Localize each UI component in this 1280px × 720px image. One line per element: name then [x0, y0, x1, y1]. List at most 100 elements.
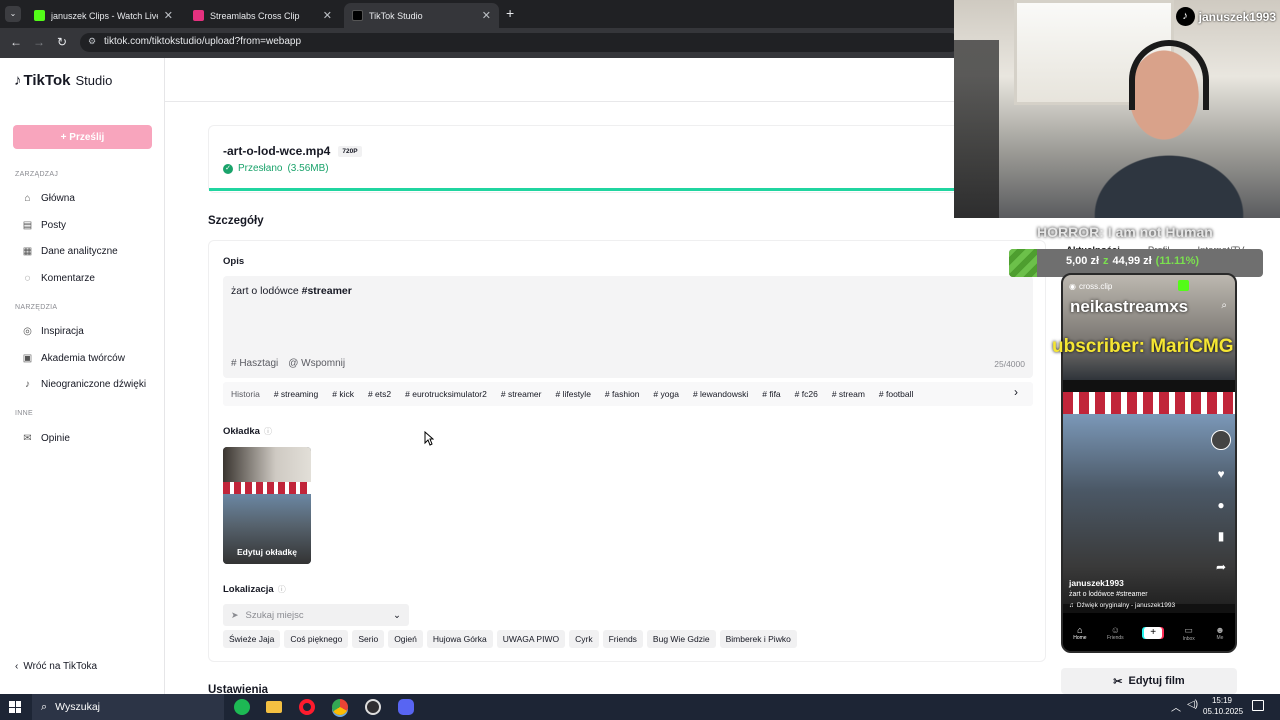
- location-chip[interactable]: Ogień: [388, 630, 423, 648]
- hashtag-chip[interactable]: # fifa: [756, 385, 786, 403]
- back-arrow-icon[interactable]: ←: [10, 35, 22, 49]
- close-tab-icon[interactable]: ✕: [164, 9, 173, 22]
- location-chip[interactable]: Hujowa Górka: [426, 630, 493, 648]
- location-chip[interactable]: Bug Wie Gdzie: [646, 630, 716, 648]
- location-chip[interactable]: Coś pięknego: [284, 630, 349, 648]
- sidebar-item-home[interactable]: ⌂ Główna: [22, 187, 75, 209]
- browser-tab-streamlabs[interactable]: Streamlabs Cross Clip ✕: [185, 3, 340, 28]
- hashtag-chip[interactable]: # eurotrucksimulator2: [399, 385, 493, 403]
- sidebar-item-feedback[interactable]: ✉ Opinie: [22, 427, 70, 449]
- mention-button[interactable]: @ Wspomnij: [288, 358, 345, 369]
- location-chip[interactable]: Serio: [352, 630, 385, 648]
- follow-alert-banner: neikastreamxs: [1070, 297, 1189, 316]
- phone-curtain: [1063, 392, 1235, 414]
- file-size: (3.56MB): [287, 163, 329, 174]
- hashtag-chip[interactable]: # ets2: [362, 385, 397, 403]
- hashtag-chip[interactable]: # streamer: [495, 385, 548, 403]
- chevron-up-icon[interactable]: ︿: [1171, 699, 1181, 714]
- spotify-icon[interactable]: [234, 699, 250, 715]
- windows-start-icon[interactable]: [9, 701, 21, 713]
- file-explorer-icon[interactable]: [266, 701, 282, 713]
- sidebar-item-label: Akademia twórców: [41, 352, 125, 364]
- browser-tab-tiktok-studio[interactable]: TikTok Studio ✕: [344, 3, 499, 28]
- exercise-bike: [954, 40, 999, 218]
- location-label: Lokalizacja: [223, 584, 274, 595]
- phone-nav-home: ⌂ Home: [1073, 625, 1086, 641]
- logo-text: TikTok: [23, 72, 71, 89]
- sidebar-item-comments[interactable]: ◌ Komentarze: [22, 267, 95, 289]
- opera-icon[interactable]: [299, 699, 315, 715]
- cover-label: Okładka: [223, 426, 260, 437]
- site-info-icon[interactable]: ⚙: [88, 36, 96, 47]
- sidebar-item-label: Główna: [41, 192, 75, 204]
- tab-title: Streamlabs Cross Clip: [210, 10, 300, 21]
- browser-tab-kick[interactable]: januszek Clips - Watch Live on ✕: [26, 3, 181, 28]
- discord-icon[interactable]: [398, 699, 414, 715]
- hashtag-chip[interactable]: # lifestyle: [549, 385, 596, 403]
- nav-label: Inbox: [1182, 635, 1195, 642]
- search-icon: ⌕: [41, 700, 48, 713]
- phone-bottom-nav: ⌂ Home ☺ Friends + ▭ Inbox ☻ Me: [1063, 613, 1235, 651]
- location-chip[interactable]: Świeże Jaja: [223, 630, 281, 648]
- info-icon[interactable]: ⓘ: [278, 584, 286, 595]
- sidebar-item-inspiration[interactable]: ◎ Inspiracja: [22, 320, 84, 342]
- sidebar-item-sounds[interactable]: ♪ Nieograniczone dźwięki: [22, 373, 146, 395]
- info-icon[interactable]: ⓘ: [264, 426, 272, 437]
- watermark-text: cross.clip: [1078, 282, 1113, 291]
- chrome-icon[interactable]: [332, 699, 348, 715]
- location-search-input[interactable]: ➤ Szukaj miejsc ⌄: [223, 604, 409, 626]
- scissors-icon: ✂: [1113, 675, 1123, 688]
- close-tab-icon[interactable]: ✕: [482, 9, 491, 22]
- donation-goal-fill: [1009, 249, 1038, 277]
- edit-video-button[interactable]: ✂ Edytuj film: [1061, 668, 1237, 694]
- watermark-icon: ◉: [1069, 282, 1076, 291]
- hashtag-chip[interactable]: # yoga: [647, 385, 685, 403]
- hashtag-history-row: Historia # streaming # kick # ets2 # eur…: [223, 382, 1033, 406]
- url-bar[interactable]: ⚙ tiktok.com/tiktokstudio/upload?from=we…: [80, 33, 960, 52]
- upload-status-text: Przesłano: [238, 163, 283, 174]
- sidebar-item-posts[interactable]: ▤ Posty: [22, 214, 66, 236]
- hashtag-chip[interactable]: # fc26: [789, 385, 824, 403]
- tiktok-studio-logo[interactable]: ♪ TikTok Studio: [14, 72, 112, 89]
- cover-curtain: [223, 482, 311, 494]
- tab-list-dropdown-icon[interactable]: ⌄: [5, 6, 21, 22]
- location-chip[interactable]: Bimberek i Piwko: [719, 630, 797, 648]
- back-to-tiktok-link[interactable]: ‹ Wróć na TikToka: [15, 661, 97, 672]
- new-tab-icon[interactable]: +: [506, 5, 514, 21]
- sidebar-item-analytics[interactable]: ▦ Dane analityczne: [22, 240, 118, 262]
- phone-nav-friends: ☺ Friends: [1107, 625, 1124, 641]
- description-editor[interactable]: żart o lodówce #streamer # Hasztagi @ Ws…: [223, 276, 1033, 378]
- description-hashtag: #streamer: [301, 285, 352, 297]
- sidebar-item-label: Inspiracja: [41, 325, 84, 337]
- sidebar-item-label: Opinie: [41, 432, 70, 444]
- hashtag-chip[interactable]: # fashion: [599, 385, 646, 403]
- tiktok-note-icon: ♪: [14, 72, 22, 89]
- reload-icon[interactable]: ↻: [57, 35, 67, 49]
- upload-button[interactable]: + Prześlij: [13, 125, 152, 149]
- goal-current: 5,00 zł: [1066, 255, 1100, 267]
- cover-thumbnail[interactable]: Edytuj okładkę: [223, 447, 311, 564]
- description-label: Opis: [223, 256, 245, 267]
- taskbar-search-input[interactable]: ⌕ Wyszukaj: [32, 694, 224, 720]
- volume-icon[interactable]: ◁): [1187, 699, 1198, 710]
- chevron-right-icon[interactable]: ›: [1014, 385, 1018, 399]
- hashtag-chip[interactable]: # streaming: [268, 385, 324, 403]
- webcam-username: januszek1993: [1198, 9, 1276, 24]
- close-tab-icon[interactable]: ✕: [323, 9, 332, 22]
- location-chip[interactable]: Friends: [602, 630, 643, 648]
- notifications-icon[interactable]: [1252, 700, 1264, 711]
- forward-arrow-icon[interactable]: →: [33, 35, 45, 49]
- hashtag-chip[interactable]: # kick: [326, 385, 360, 403]
- search-placeholder: Wyszukaj: [55, 701, 101, 713]
- hashtags-button[interactable]: # Hasztagi: [231, 358, 278, 369]
- location-suggestions: Świeże Jaja Coś pięknego Serio Ogień Huj…: [223, 630, 797, 648]
- location-chip[interactable]: Cyrk: [569, 630, 599, 648]
- location-chip[interactable]: UWAGA PIWO: [496, 630, 566, 648]
- hashtag-chip[interactable]: # lewandowski: [687, 385, 754, 403]
- hashtag-chip[interactable]: # football: [873, 385, 920, 403]
- sidebar-item-academy[interactable]: ▣ Akademia twórców: [22, 347, 125, 369]
- obs-icon[interactable]: [365, 699, 381, 715]
- hashtag-chip[interactable]: # stream: [826, 385, 871, 403]
- goal-target: 44,99 zł: [1112, 255, 1152, 267]
- mouse-cursor-icon: [424, 431, 434, 446]
